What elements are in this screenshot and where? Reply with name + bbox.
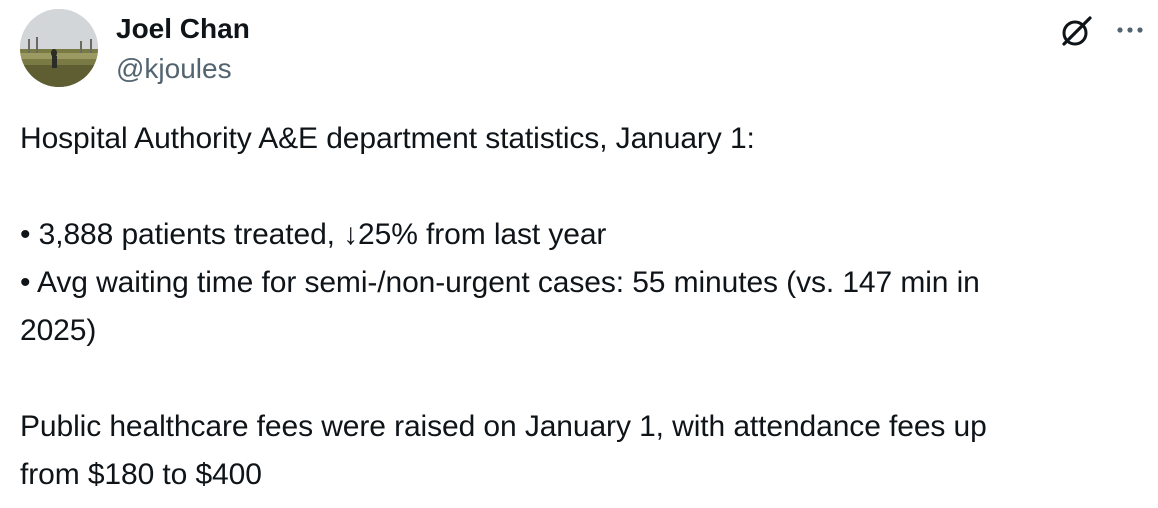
tweet-text-line: Public healthcare fees were raised on Ja… bbox=[20, 410, 987, 443]
more-options-icon[interactable] bbox=[1115, 18, 1145, 42]
tweet-bullet-continuation: 2025) bbox=[20, 314, 97, 347]
author-handle[interactable]: @kjoules bbox=[116, 52, 232, 86]
tweet-bullet: • 3,888 patients treated, ↓25% from last… bbox=[20, 218, 607, 251]
avatar[interactable] bbox=[20, 9, 98, 87]
author-display-name[interactable]: Joel Chan bbox=[116, 12, 250, 46]
grok-icon[interactable] bbox=[1060, 14, 1094, 48]
tweet-text-line: from $180 to $400 bbox=[20, 458, 262, 491]
avatar-photo bbox=[20, 9, 98, 87]
tweet-text-line: Hospital Authority A&E department statis… bbox=[20, 122, 755, 155]
tweet: Joel Chan @kjoules Hospital Authority A&… bbox=[0, 0, 1158, 508]
tweet-bullet: • Avg waiting time for semi-/non-urgent … bbox=[20, 266, 980, 299]
tweet-text: Hospital Authority A&E department statis… bbox=[20, 115, 1150, 499]
